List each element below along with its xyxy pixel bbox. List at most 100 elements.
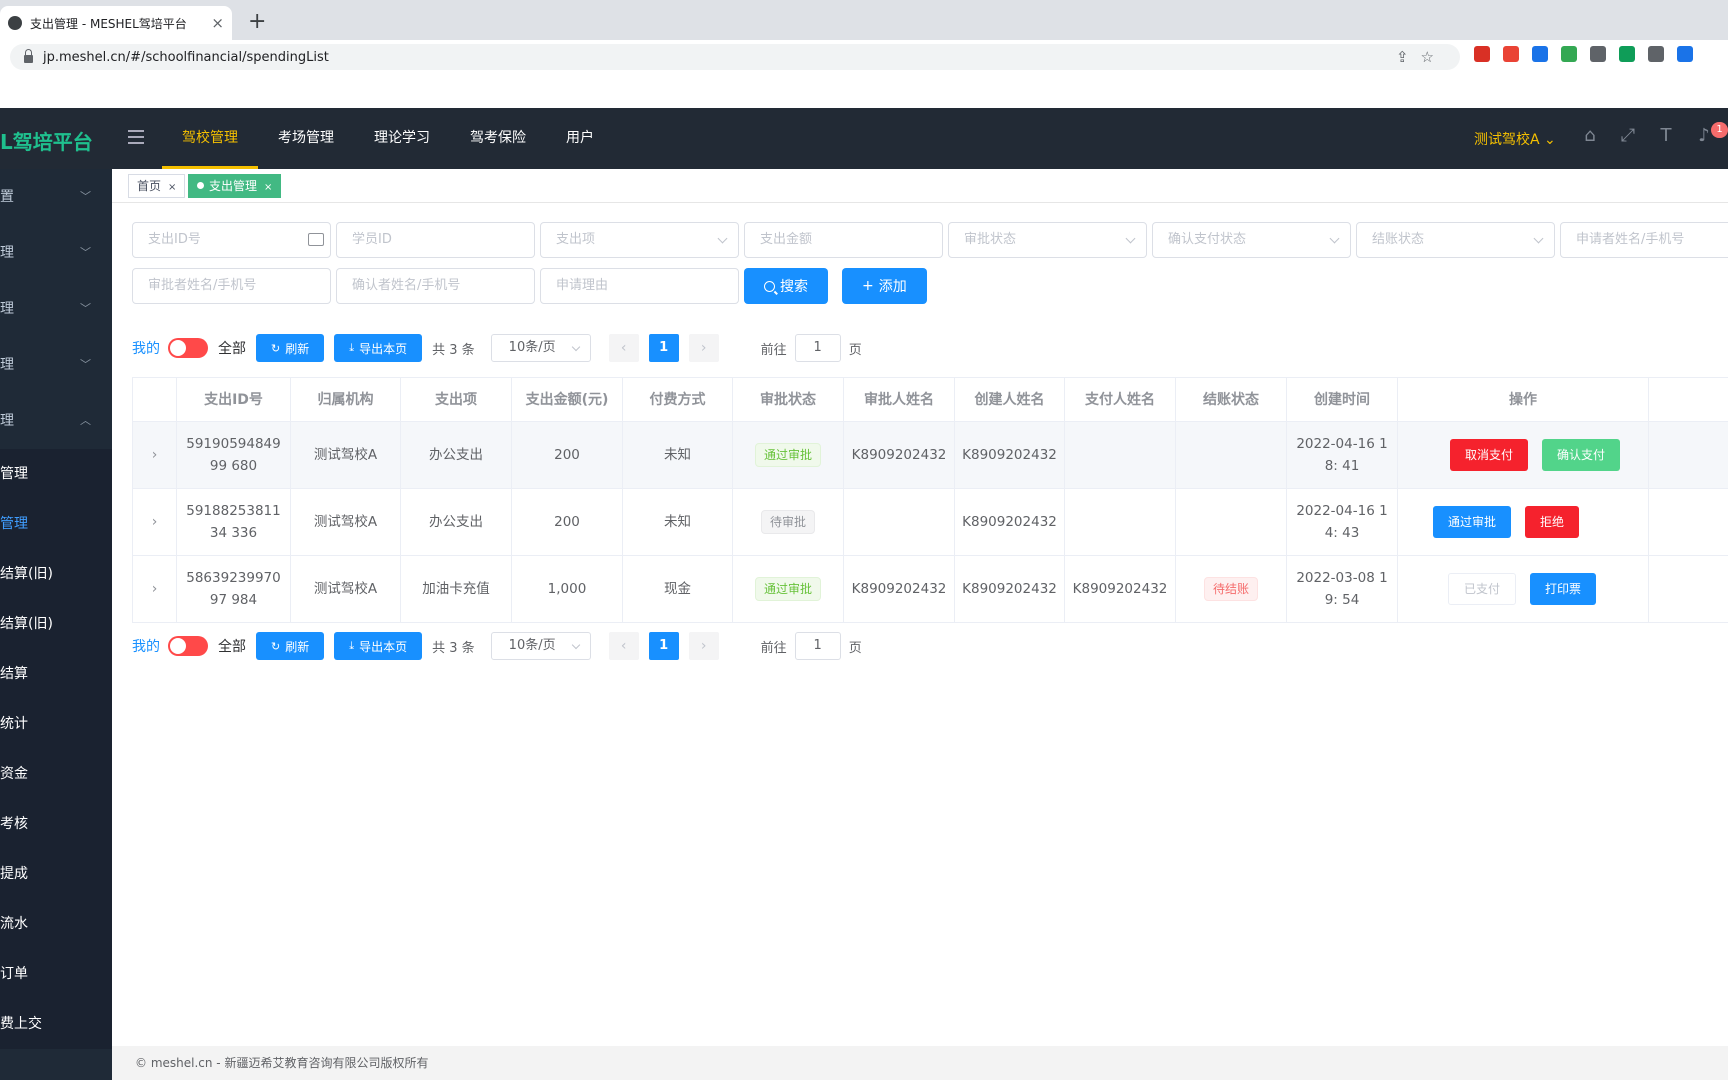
filter-input[interactable]: 申请理由	[540, 268, 739, 304]
cell-expand[interactable]: ›	[133, 489, 177, 555]
goto-page-input[interactable]: 1	[794, 632, 841, 660]
nav-item[interactable]: 考场管理	[258, 108, 354, 169]
school-dropdown[interactable]: 测试驾校A ⌄	[1474, 129, 1556, 149]
sidebar-item[interactable]: 统计	[0, 699, 112, 749]
export-label: 导出本页	[359, 341, 408, 356]
sidebar-group-label: 理	[0, 301, 14, 317]
address-bar[interactable]: jp.meshel.cn/#/schoolfinancial/spendingL…	[10, 44, 1460, 70]
next-page-button[interactable]: ›	[688, 334, 719, 362]
extension-icon[interactable]	[1561, 46, 1577, 62]
sidebar-item[interactable]: 流水	[0, 899, 112, 949]
sidebar-group[interactable]: 理 ﹀	[0, 281, 112, 337]
prev-page-button[interactable]: ‹	[608, 632, 639, 660]
tag-current[interactable]: 支出管理 ×	[188, 174, 282, 198]
tag-home[interactable]: 首页 ×	[128, 174, 186, 198]
nav-item[interactable]: 理论学习	[354, 108, 450, 169]
notification-badge: 1	[1711, 122, 1728, 138]
tab-close-icon[interactable]: ×	[211, 14, 224, 32]
sidebar-group[interactable]: 理 ︿	[0, 393, 112, 449]
cancel-pay-button[interactable]: 取消支付	[1450, 439, 1529, 471]
home-icon[interactable]: ⌂	[1580, 126, 1600, 146]
sidebar-group[interactable]: 理 ﹀	[0, 225, 112, 281]
goto-page-input[interactable]: 1	[794, 334, 841, 362]
page-size-select[interactable]: 10条/页	[490, 334, 591, 362]
extension-icon[interactable]	[1474, 46, 1490, 62]
cell-expand[interactable]: ›	[133, 556, 177, 622]
cell-expand[interactable]: ›	[133, 422, 177, 488]
print-receipt-button[interactable]: 打印票	[1530, 573, 1597, 605]
fullscreen-icon[interactable]: ⤢	[1618, 126, 1638, 146]
sidebar-item[interactable]: 管理	[0, 449, 112, 499]
id-card-icon[interactable]	[308, 233, 324, 246]
sidebar-item[interactable]: 订单	[0, 949, 112, 999]
nav-item[interactable]: 驾考保险	[450, 108, 546, 169]
reject-button[interactable]: 拒绝	[1525, 506, 1580, 538]
sidebar-item[interactable]: 费上交	[0, 999, 112, 1049]
extension-icon[interactable]	[1648, 46, 1664, 62]
approve-button[interactable]: 通过审批	[1433, 506, 1512, 538]
filter-input[interactable]: 确认者姓名/手机号	[336, 268, 535, 304]
total-count: 共 3 条	[432, 342, 475, 358]
filter-input[interactable]: 审批者姓名/手机号	[132, 268, 331, 304]
sidebar-item[interactable]: 考核	[0, 799, 112, 849]
filter-input[interactable]: 支出金额	[744, 222, 943, 258]
sidebar-item[interactable]: 结算(旧)	[0, 599, 112, 649]
new-tab-icon[interactable]: +	[248, 9, 266, 34]
export-label: 导出本页	[359, 639, 408, 654]
menu-toggle-icon[interactable]	[128, 130, 144, 144]
column-header: 审批人姓名	[844, 378, 955, 421]
filter-input[interactable]: 确认支付状态	[1152, 222, 1351, 258]
url-text: jp.meshel.cn/#/schoolfinancial/spendingL…	[43, 49, 329, 65]
sidebar-item[interactable]: 结算(旧)	[0, 549, 112, 599]
cell-time: 2022-03-08 19: 54	[1287, 556, 1398, 622]
sidebar-item[interactable]: 结算	[0, 649, 112, 699]
sidebar-item[interactable]: 资金	[0, 749, 112, 799]
filter-input[interactable]: 支出ID号	[132, 222, 331, 258]
nav-item[interactable]: 驾校管理	[162, 108, 258, 169]
table-row[interactable]: › 5918825381134 336 测试驾校A 办公支出 200 未知 待审批 K8909…	[133, 489, 1728, 556]
extension-icon[interactable]	[1532, 46, 1548, 62]
sidebar-group[interactable]: 理 ﹀	[0, 337, 112, 393]
prev-page-button[interactable]: ‹	[608, 334, 639, 362]
page-size-select[interactable]: 10条/页	[490, 632, 591, 660]
app-header: L驾培平台 驾校管理 考场管理 理论学习 驾考保险 用户 测试驾校A ⌄ ⌂ ⤢ T ♪…	[0, 108, 1728, 169]
cell-creator: K8909202432	[955, 489, 1065, 555]
sidebar-item[interactable]: 提成	[0, 849, 112, 899]
table-row[interactable]: › 5919059484999 680 测试驾校A 办公支出 200 未知 通过审批 K890…	[133, 422, 1728, 489]
tag-current-label: 支出管理	[209, 179, 258, 193]
mine-all-switch[interactable]	[168, 636, 208, 656]
refresh-button[interactable]: ↻ 刷新	[256, 632, 325, 660]
add-button[interactable]: + 添加	[842, 268, 927, 304]
export-button[interactable]: ⤓ 导出本页	[334, 334, 423, 362]
extension-icon[interactable]	[1677, 46, 1693, 62]
cell-item: 办公支出	[401, 489, 512, 555]
page-number[interactable]: 1	[648, 334, 679, 362]
search-button[interactable]: 搜索	[744, 268, 828, 304]
refresh-button[interactable]: ↻ 刷新	[256, 334, 325, 362]
export-button[interactable]: ⤓ 导出本页	[334, 632, 423, 660]
sidebar-group[interactable]: 置 ﹀	[0, 169, 112, 225]
extension-icon[interactable]	[1590, 46, 1606, 62]
tag-close-icon[interactable]: ×	[264, 182, 272, 193]
filter-input[interactable]: 结账状态	[1356, 222, 1555, 258]
share-star-icons[interactable]: ⇪☆	[1396, 48, 1446, 66]
filter-input[interactable]: 支出项	[540, 222, 739, 258]
filter-input[interactable]: 学员ID	[336, 222, 535, 258]
extension-icon[interactable]	[1619, 46, 1635, 62]
page-number[interactable]: 1	[648, 632, 679, 660]
filter-input[interactable]: 申请者姓名/手机号	[1560, 222, 1728, 258]
sidebar-item[interactable]: 管理	[0, 499, 112, 549]
filter-input[interactable]: 审批状态	[948, 222, 1147, 258]
tag-close-icon[interactable]: ×	[168, 182, 176, 193]
browser-tab[interactable]: 支出管理 - MESHEL驾培平台 ×	[0, 6, 232, 40]
confirm-pay-button[interactable]: 确认支付	[1542, 439, 1621, 471]
table-row[interactable]: › 5863923997097 984 测试驾校A 加油卡充值 1,000 现金 通过审批 K…	[133, 556, 1728, 623]
column-header: 付费方式	[623, 378, 733, 421]
extension-icon[interactable]	[1503, 46, 1519, 62]
cell-payer	[1065, 422, 1176, 488]
nav-item[interactable]: 用户	[546, 108, 614, 169]
mine-all-switch[interactable]	[168, 338, 208, 358]
font-size-icon[interactable]: T	[1656, 126, 1676, 146]
cell-org: 测试驾校A	[291, 489, 401, 555]
next-page-button[interactable]: ›	[688, 632, 719, 660]
